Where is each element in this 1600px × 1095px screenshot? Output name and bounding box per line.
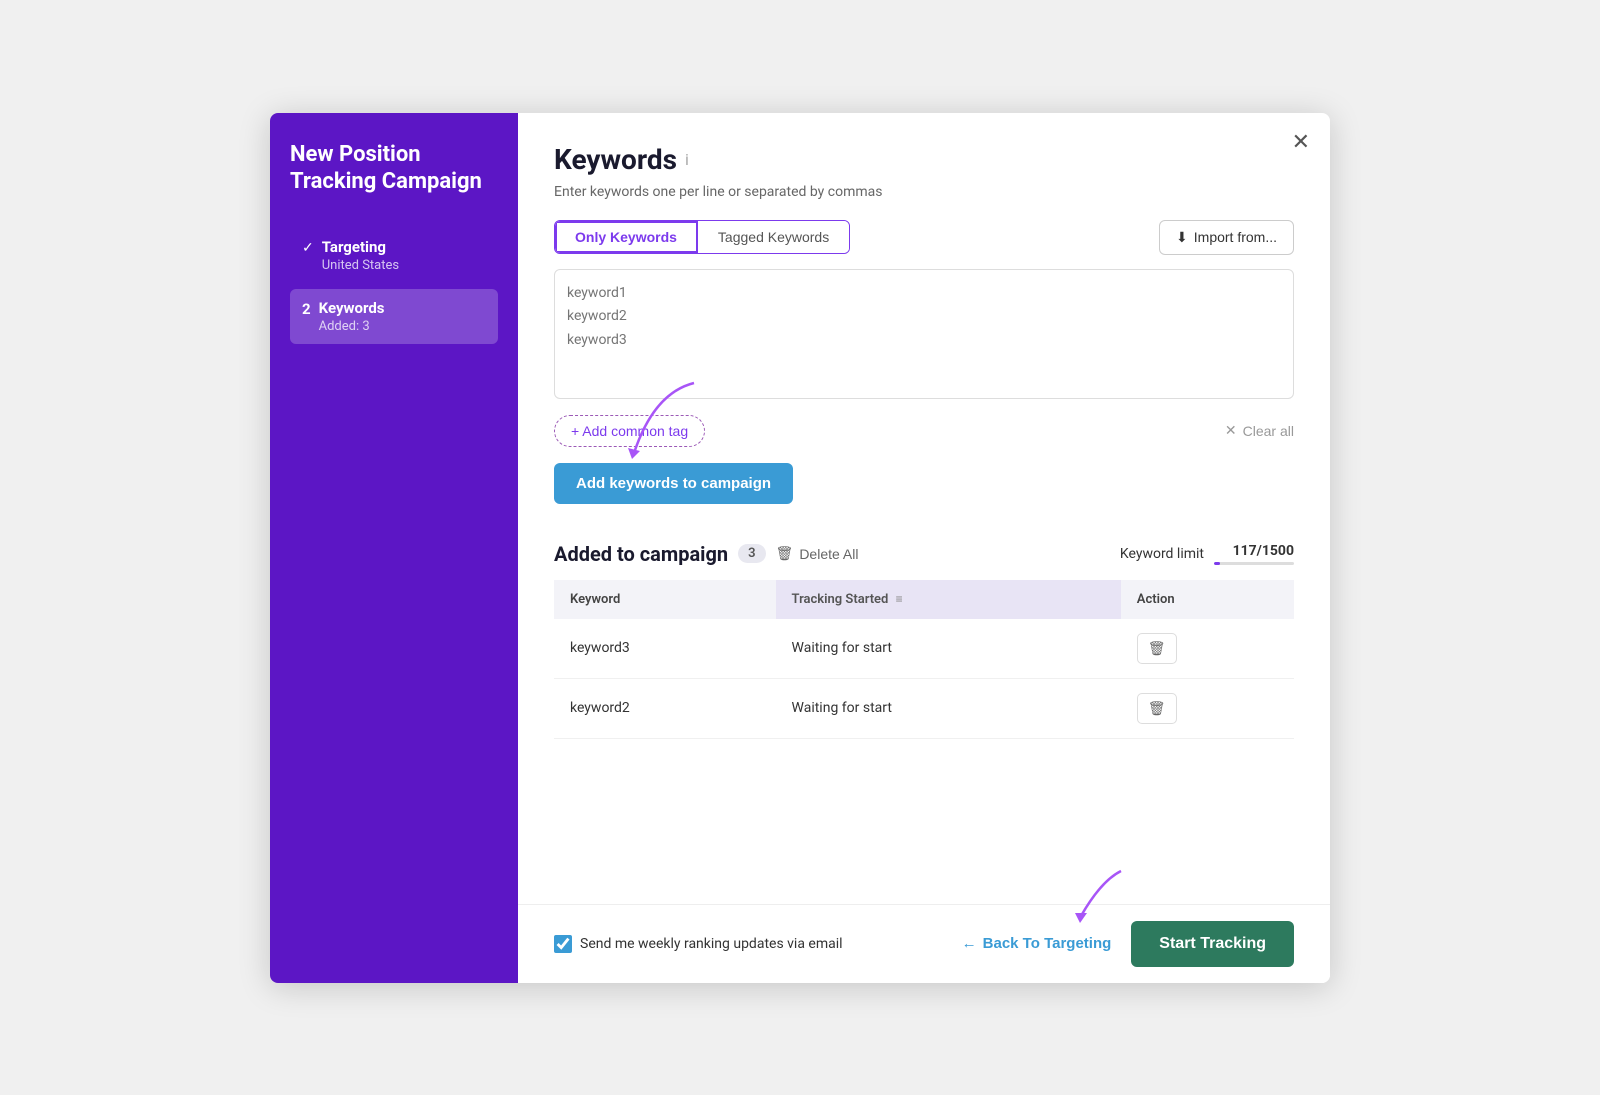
import-label: Import from... (1194, 229, 1277, 245)
added-count-badge: 3 (738, 544, 765, 563)
footer: Send me weekly ranking updates via email… (518, 904, 1330, 983)
keyword-limit-value: 117/1500 (1233, 543, 1294, 559)
keyword-cell: keyword2 (554, 678, 776, 738)
page-subtitle: Enter keywords one per line or separated… (554, 184, 1294, 200)
sidebar-targeting-label: Targeting (322, 238, 399, 256)
keyword-cell: keyword3 (554, 619, 776, 679)
limit-progress-bar (1214, 562, 1294, 565)
add-keywords-section: Add keywords to campaign (554, 463, 1294, 534)
check-icon: ✓ (302, 240, 314, 256)
sidebar-targeting-sub: United States (322, 258, 399, 273)
sidebar-item-targeting[interactable]: ✓ Targeting United States (290, 228, 498, 283)
table-row: keyword3 Waiting for start 🗑 (554, 619, 1294, 679)
start-tracking-arrow (1041, 861, 1131, 931)
sort-icon[interactable]: ≡ (896, 592, 903, 606)
status-cell: Waiting for start (776, 619, 1121, 679)
delete-all-label: Delete All (799, 546, 858, 562)
keywords-table-body: keyword3 Waiting for start 🗑 keyword2 Wa… (554, 619, 1294, 739)
main-content: ✕ Keywords i Enter keywords one per line… (518, 113, 1330, 983)
back-to-targeting-button[interactable]: ← Back To Targeting (962, 935, 1112, 952)
import-icon: ⬇ (1176, 229, 1188, 246)
info-icon[interactable]: i (685, 150, 689, 169)
tabs-group: Only Keywords Tagged Keywords (554, 220, 850, 254)
email-checkbox-row: Send me weekly ranking updates via email (554, 935, 843, 953)
modal-container: New Position Tracking Campaign ✓ Targeti… (270, 113, 1330, 983)
col-tracking-started[interactable]: Tracking Started ≡ (776, 580, 1121, 619)
page-title-row: Keywords i (554, 143, 1294, 176)
email-checkbox-label: Send me weekly ranking updates via email (580, 936, 843, 952)
sidebar-title: New Position Tracking Campaign (290, 141, 498, 196)
clear-x-icon: ✕ (1225, 422, 1237, 439)
back-btn-label: Back To Targeting (983, 935, 1112, 952)
back-arrow-icon: ← (962, 935, 977, 952)
tab-only-keywords[interactable]: Only Keywords (555, 221, 698, 253)
keyword-limit-group: Keyword limit 117/1500 (1120, 543, 1294, 565)
col-keyword: Keyword (554, 580, 776, 619)
email-checkbox[interactable] (554, 935, 572, 953)
col-action: Action (1121, 580, 1294, 619)
delete-all-button[interactable]: 🗑 Delete All (776, 545, 859, 562)
sidebar-keywords-sub: Added: 3 (319, 319, 385, 334)
clear-all-button[interactable]: ✕ Clear all (1225, 422, 1294, 439)
start-tracking-wrapper: Start Tracking (1131, 921, 1294, 967)
section-title-group: Added to campaign 3 🗑 Delete All (554, 542, 858, 566)
action-cell: 🗑 (1121, 678, 1294, 738)
added-section-title: Added to campaign (554, 542, 728, 566)
page-title: Keywords (554, 143, 677, 176)
delete-row-button[interactable]: 🗑 (1137, 633, 1177, 664)
tabs-row: Only Keywords Tagged Keywords ⬇ Import f… (554, 220, 1294, 255)
keywords-table: Keyword Tracking Started ≡ Action keywor… (554, 580, 1294, 739)
keyword-input[interactable] (554, 269, 1294, 399)
content-scroll: Keywords i Enter keywords one per line o… (518, 113, 1330, 904)
import-button[interactable]: ⬇ Import from... (1159, 220, 1294, 255)
footer-actions: ← Back To Targeting Start Tracking (962, 921, 1294, 967)
delete-row-button[interactable]: 🗑 (1137, 693, 1177, 724)
add-keywords-button[interactable]: Add keywords to campaign (554, 463, 793, 504)
clear-all-label: Clear all (1243, 423, 1294, 439)
sidebar-keywords-step: 2 (302, 300, 311, 318)
sidebar-item-keywords[interactable]: 2 Keywords Added: 3 (290, 289, 498, 344)
keyword-limit-label: Keyword limit (1120, 546, 1204, 562)
delete-icon: 🗑 (776, 545, 794, 562)
section-header: Added to campaign 3 🗑 Delete All Keyword… (554, 542, 1294, 566)
added-to-campaign-section: Added to campaign 3 🗑 Delete All Keyword… (554, 542, 1294, 739)
action-cell: 🗑 (1121, 619, 1294, 679)
sidebar-keywords-label: Keywords (319, 299, 385, 317)
table-row: keyword2 Waiting for start 🗑 (554, 678, 1294, 738)
close-button[interactable]: ✕ (1292, 129, 1310, 155)
tab-tagged-keywords[interactable]: Tagged Keywords (698, 221, 849, 253)
limit-bar-fill (1214, 562, 1220, 565)
add-tag-button[interactable]: + Add common tag (554, 415, 705, 447)
tag-action-row: + Add common tag ✕ Clear all (554, 415, 1294, 447)
status-cell: Waiting for start (776, 678, 1121, 738)
start-tracking-button[interactable]: Start Tracking (1131, 921, 1294, 967)
sidebar: New Position Tracking Campaign ✓ Targeti… (270, 113, 518, 983)
